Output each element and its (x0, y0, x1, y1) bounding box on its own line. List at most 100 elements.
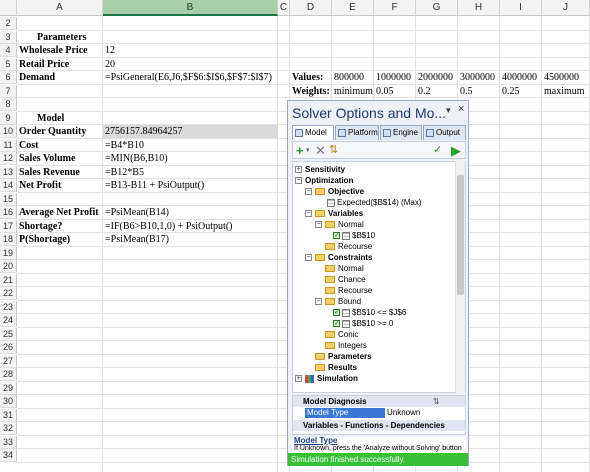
row-header-16[interactable]: 16 (0, 206, 17, 219)
column-header-c[interactable]: C (278, 0, 290, 16)
row-header-4[interactable]: 4 (0, 44, 17, 57)
row-header-13[interactable]: 13 (0, 165, 17, 179)
cell-j6[interactable]: 4500000 (544, 71, 579, 84)
tab-output[interactable]: Output (423, 125, 466, 140)
cell-b17[interactable]: =IF(B6>B10,1,0) + PsiOutput() (105, 220, 232, 233)
row-header-33[interactable]: 33 (0, 435, 17, 449)
close-icon[interactable]: × (458, 103, 464, 115)
cell-b11[interactable]: =B4*B10 (105, 139, 144, 152)
row-header-19[interactable]: 19 (0, 246, 17, 260)
cell-b10[interactable]: 2756157.84964257 (105, 125, 183, 138)
cell-j7[interactable]: maximum (544, 85, 585, 98)
cell-a5[interactable]: Retail Price (19, 58, 69, 71)
row-header-11[interactable]: 11 (0, 138, 17, 152)
row-header-15[interactable]: 15 (0, 192, 17, 206)
row-header-23[interactable]: 23 (0, 300, 17, 314)
cell-a10[interactable]: Order Quantity (19, 125, 86, 138)
column-header-a[interactable]: A (17, 0, 103, 16)
cell-a13[interactable]: Sales Revenue (19, 166, 80, 179)
column-header-i[interactable]: I (500, 0, 542, 16)
row-header-34[interactable]: 34 (0, 449, 17, 462)
cell-b13[interactable]: =B12*B5 (105, 166, 144, 179)
select-all-corner[interactable] (0, 0, 17, 16)
row-header-26[interactable]: 26 (0, 341, 17, 354)
prop-model-type-label[interactable]: Model Type (305, 408, 385, 418)
delete-icon[interactable]: ✕ (315, 143, 326, 158)
row-header-6[interactable]: 6 (0, 71, 17, 84)
tree-scrollbar[interactable] (455, 161, 465, 393)
cell-b16[interactable]: =PsiMean(B14) (105, 206, 169, 219)
tree-simulation[interactable]: + Simulation (295, 373, 358, 385)
row-header-20[interactable]: 20 (0, 260, 17, 273)
checkbox-icon[interactable]: ✓ (333, 232, 340, 240)
row-header-27[interactable]: 27 (0, 354, 17, 368)
cell-d6[interactable]: Values: (292, 71, 323, 84)
cell-i7[interactable]: 0.25 (502, 85, 520, 98)
cell-b18[interactable]: =PsiMean(B17) (105, 233, 169, 246)
cell-a6[interactable]: Demand (19, 71, 55, 84)
column-header-h[interactable]: H (458, 0, 500, 16)
cell-d7[interactable]: Weights: (292, 85, 330, 98)
pane-menu-icon[interactable]: ▾ (446, 105, 451, 116)
row-header-29[interactable]: 29 (0, 381, 17, 395)
cell-a11[interactable]: Cost (19, 139, 38, 152)
row-header-18[interactable]: 18 (0, 233, 17, 246)
row-header-30[interactable]: 30 (0, 395, 17, 408)
cell-b12[interactable]: =MIN(B6,B10) (105, 152, 168, 165)
cell-b4[interactable]: 12 (105, 44, 115, 57)
cell-a9[interactable]: Model (37, 112, 64, 125)
checkbox-icon[interactable]: ✓ (333, 320, 340, 328)
row-header-5[interactable]: 5 (0, 57, 17, 71)
tab-platform[interactable]: Platform (335, 125, 379, 140)
cell-h7[interactable]: 0.5 (460, 85, 473, 98)
row-header-17[interactable]: 17 (0, 219, 17, 233)
column-header-f[interactable]: F (374, 0, 416, 16)
prop-section-dependencies[interactable]: Variables - Functions - Dependencies (293, 420, 465, 431)
cell-f6[interactable]: 1000000 (376, 71, 411, 84)
cell-b14[interactable]: =B13-B11 + PsiOutput() (105, 179, 204, 192)
row-header-21[interactable]: 21 (0, 273, 17, 287)
column-header-b[interactable]: B (103, 0, 278, 16)
row-header-28[interactable]: 28 (0, 368, 17, 381)
cell-e7[interactable]: minimum (334, 85, 373, 98)
prop-model-type-value[interactable]: Unknown (387, 408, 420, 418)
scroll-thumb[interactable] (457, 175, 464, 295)
row-header-22[interactable]: 22 (0, 287, 17, 300)
cell-b6[interactable]: =PsiGeneral(E6,J6,$F$6:$I$6,$F$7:$I$7) (105, 71, 272, 84)
row-header-31[interactable]: 31 (0, 408, 17, 422)
cell-g7[interactable]: 0.2 (418, 85, 431, 98)
column-header-j[interactable]: J (542, 0, 590, 16)
row-header-12[interactable]: 12 (0, 152, 17, 165)
row-header-3[interactable]: 3 (0, 30, 17, 44)
row-header-14[interactable]: 14 (0, 179, 17, 192)
sort-icon[interactable]: ⇅ (433, 397, 440, 406)
tab-engine[interactable]: Engine (380, 125, 422, 140)
add-icon[interactable]: + (296, 143, 304, 158)
add-dropdown-icon[interactable]: ▾ (306, 143, 310, 158)
cell-a14[interactable]: Net Profit (19, 179, 61, 192)
cell-a12[interactable]: Sales Volume (19, 152, 75, 165)
cell-a18[interactable]: P(Shortage) (19, 233, 70, 246)
column-header-d[interactable]: D (290, 0, 332, 16)
row-header-32[interactable]: 32 (0, 422, 17, 435)
cell-i6[interactable]: 4000000 (502, 71, 537, 84)
cell-a4[interactable]: Wholesale Price (19, 44, 88, 57)
row-header-10[interactable]: 10 (0, 125, 17, 138)
checkbox-icon[interactable]: ✓ (333, 309, 340, 317)
column-header-g[interactable]: G (416, 0, 458, 16)
row-header-7[interactable]: 7 (0, 84, 17, 98)
cell-a16[interactable]: Average Net Profit (19, 206, 99, 219)
row-header-8[interactable]: 8 (0, 98, 17, 111)
cell-g6[interactable]: 2000000 (418, 71, 453, 84)
cell-h6[interactable]: 3000000 (460, 71, 495, 84)
cell-a3[interactable]: Parameters (37, 31, 86, 44)
row-header-24[interactable]: 24 (0, 314, 17, 327)
row-header-2[interactable]: 2 (0, 17, 17, 30)
solve-icon[interactable]: ▶ (451, 143, 461, 158)
row-header-9[interactable]: 9 (0, 111, 17, 125)
cell-b5[interactable]: 20 (105, 58, 115, 71)
analyze-icon[interactable]: ✓ (433, 143, 442, 158)
cell-a17[interactable]: Shortage? (19, 220, 62, 233)
cell-f7[interactable]: 0.05 (376, 85, 394, 98)
cell-e6[interactable]: 800000 (334, 71, 364, 84)
